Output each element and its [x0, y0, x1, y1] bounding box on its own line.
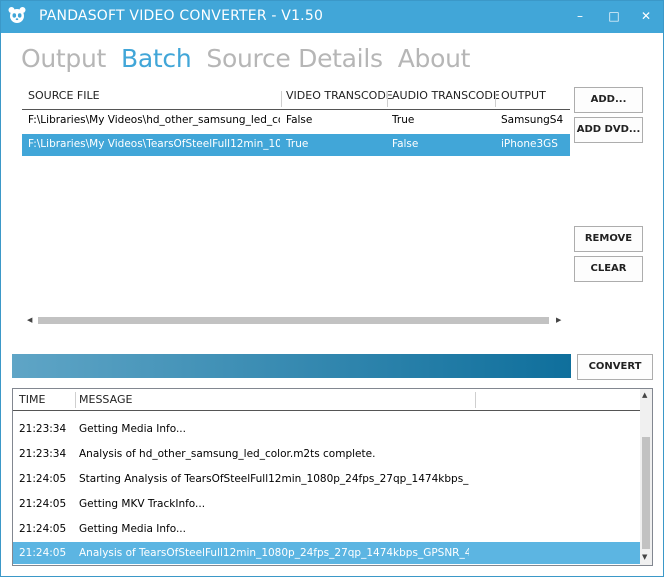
add-dvd-button[interactable]: ADD DVD... [574, 117, 643, 143]
source-file-cell: F:\Libraries\My Videos\TearsOfSteelFull1… [28, 138, 280, 150]
panda-logo-icon [8, 7, 26, 23]
column-header-output[interactable]: OUTPUT [501, 89, 546, 102]
log-panel[interactable]: TIME MESSAGE 21:23:34 Getting Media Info… [12, 388, 653, 566]
close-button[interactable]: ✕ [639, 9, 653, 23]
tab-batch[interactable]: Batch [121, 44, 192, 73]
scroll-down-icon[interactable]: ▼ [642, 553, 647, 561]
log-time: 21:23:34 [19, 423, 67, 435]
column-header-video-transcode[interactable]: VIDEO TRANSCODE [286, 89, 393, 102]
column-divider[interactable] [281, 91, 282, 107]
log-header-message[interactable]: MESSAGE [79, 393, 132, 406]
log-time: 21:24:05 [19, 523, 67, 535]
log-header-time[interactable]: TIME [19, 393, 45, 406]
log-header-divider [13, 410, 641, 411]
audio-transcode-cell: True [392, 114, 415, 126]
convert-button[interactable]: CONVERT [577, 354, 653, 380]
log-time: 21:24:05 [19, 498, 67, 510]
log-row[interactable]: 21:24:05 Getting Media Info... [13, 518, 641, 540]
column-divider[interactable] [475, 392, 476, 408]
clear-button[interactable]: CLEAR [574, 256, 643, 282]
horizontal-scrollbar[interactable]: ◀ ▶ [22, 314, 570, 326]
vertical-scrollbar[interactable]: ▲ ▼ [640, 389, 652, 565]
column-header-source-file[interactable]: SOURCE FILE [28, 89, 100, 102]
vertical-scroll-thumb[interactable] [642, 437, 650, 549]
log-row[interactable]: 21:23:34 Analysis of hd_other_samsung_le… [13, 443, 641, 465]
video-transcode-cell: False [286, 114, 313, 126]
title-bar[interactable]: PANDASOFT VIDEO CONVERTER - V1.50 – □ ✕ [1, 1, 663, 33]
tab-source-details[interactable]: Source Details [206, 44, 383, 73]
main-window: PANDASOFT VIDEO CONVERTER - V1.50 – □ ✕ … [0, 0, 664, 577]
tab-about[interactable]: About [398, 44, 471, 73]
scroll-up-icon[interactable]: ▲ [642, 391, 647, 399]
log-message: Starting Analysis of TearsOfSteelFull12m… [79, 473, 469, 485]
table-row[interactable]: F:\Libraries\My Videos\hd_other_samsung_… [22, 110, 570, 132]
window-title: PANDASOFT VIDEO CONVERTER - V1.50 [39, 8, 324, 24]
source-file-cell: F:\Libraries\My Videos\hd_other_samsung_… [28, 114, 280, 126]
log-time: 21:24:05 [19, 547, 67, 559]
maximize-button[interactable]: □ [607, 9, 621, 23]
log-message: Getting Media Info... [79, 423, 186, 435]
log-message: Analysis of TearsOfSteelFull12min_1080p_… [79, 547, 469, 559]
column-divider[interactable] [75, 392, 76, 408]
log-time: 21:23:34 [19, 448, 67, 460]
audio-transcode-cell: False [392, 138, 419, 150]
minimize-button[interactable]: – [573, 9, 587, 23]
video-transcode-cell: True [286, 138, 309, 150]
log-time: 21:24:05 [19, 473, 67, 485]
column-divider[interactable] [387, 91, 388, 107]
output-cell: iPhone3GS [501, 138, 558, 150]
log-row[interactable]: 21:24:05 Getting MKV TrackInfo... [13, 493, 641, 515]
log-row[interactable]: 21:24:05 Starting Analysis of TearsOfSte… [13, 468, 641, 490]
log-message: Getting Media Info... [79, 523, 186, 535]
table-row-selected[interactable]: F:\Libraries\My Videos\TearsOfSteelFull1… [22, 134, 570, 156]
log-message: Analysis of hd_other_samsung_led_color.m… [79, 448, 376, 460]
add-button[interactable]: ADD... [574, 87, 643, 113]
horizontal-scroll-thumb[interactable] [38, 317, 549, 324]
output-cell: SamsungS4 [501, 114, 564, 126]
log-row[interactable]: 21:23:34 Getting Media Info... [13, 418, 641, 440]
column-header-audio-transcode[interactable]: AUDIO TRANSCODE [392, 89, 500, 102]
scroll-left-icon[interactable]: ◀ [27, 316, 32, 324]
log-message: Getting MKV TrackInfo... [79, 498, 206, 510]
scroll-right-icon[interactable]: ▶ [556, 316, 561, 324]
log-row-selected[interactable]: 21:24:05 Analysis of TearsOfSteelFull12m… [13, 542, 641, 564]
remove-button[interactable]: REMOVE [574, 226, 643, 252]
tab-output[interactable]: Output [21, 44, 106, 73]
progress-bar [12, 354, 571, 378]
column-divider[interactable] [495, 91, 496, 107]
tab-bar: Output Batch Source Details About [21, 44, 485, 78]
batch-grid[interactable]: SOURCE FILE VIDEO TRANSCODE AUDIO TRANSC… [22, 87, 570, 332]
